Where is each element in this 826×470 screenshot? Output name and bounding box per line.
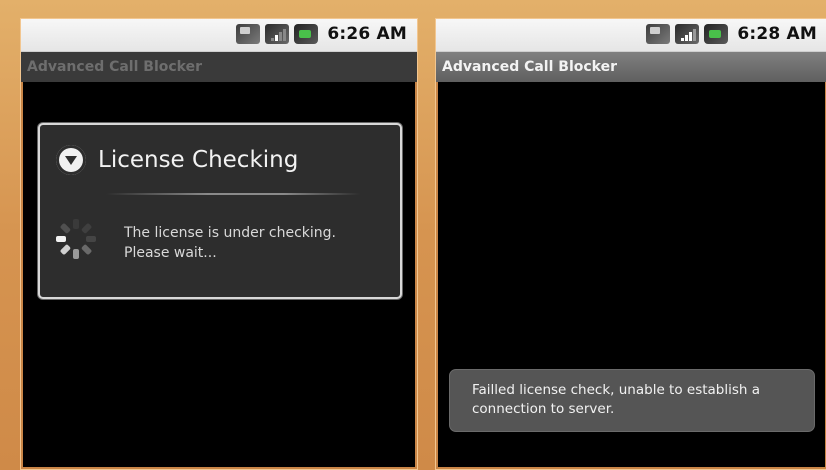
signal-strength-icon [675, 24, 700, 44]
dialog-header: License Checking [56, 145, 298, 175]
battery-icon [704, 24, 729, 44]
dialog-title: License Checking [98, 147, 299, 173]
status-icons: 6:26 AM [236, 24, 407, 44]
signal-strength-icon [265, 24, 290, 44]
phone-screen-left: 6:26 AM Advanced Call Blocker License Ch… [20, 18, 418, 470]
app-title-bar: Advanced Call Blocker [436, 52, 826, 82]
dialog-message: The license is under checking. Please wa… [124, 223, 384, 263]
loading-spinner-icon [56, 219, 96, 259]
status-clock: 6:28 AM [737, 24, 817, 44]
error-toast: Failled license check, unable to establi… [449, 369, 815, 432]
battery-icon [294, 24, 319, 44]
toast-line1: Failled license check, unable to establi… [472, 382, 761, 398]
status-clock: 6:26 AM [327, 24, 407, 44]
status-bar: 6:26 AM [21, 19, 417, 52]
dialog-message-line2: Please wait... [124, 245, 217, 261]
dialog-message-line1: The license is under checking. [124, 225, 336, 241]
status-icons: 6:28 AM [646, 24, 817, 44]
phone-screen-right: 6:28 AM Advanced Call Blocker Failled li… [435, 18, 826, 470]
toast-line2: connection to server. [472, 401, 615, 417]
license-checking-dialog: License Checking The license is under ch… [38, 123, 402, 299]
app-title-bar: Advanced Call Blocker [21, 52, 417, 82]
sim-card-icon [646, 24, 671, 44]
info-arrow-icon [56, 145, 86, 175]
status-bar: 6:28 AM [436, 19, 826, 52]
sim-card-icon [236, 24, 261, 44]
dialog-divider [106, 193, 360, 195]
